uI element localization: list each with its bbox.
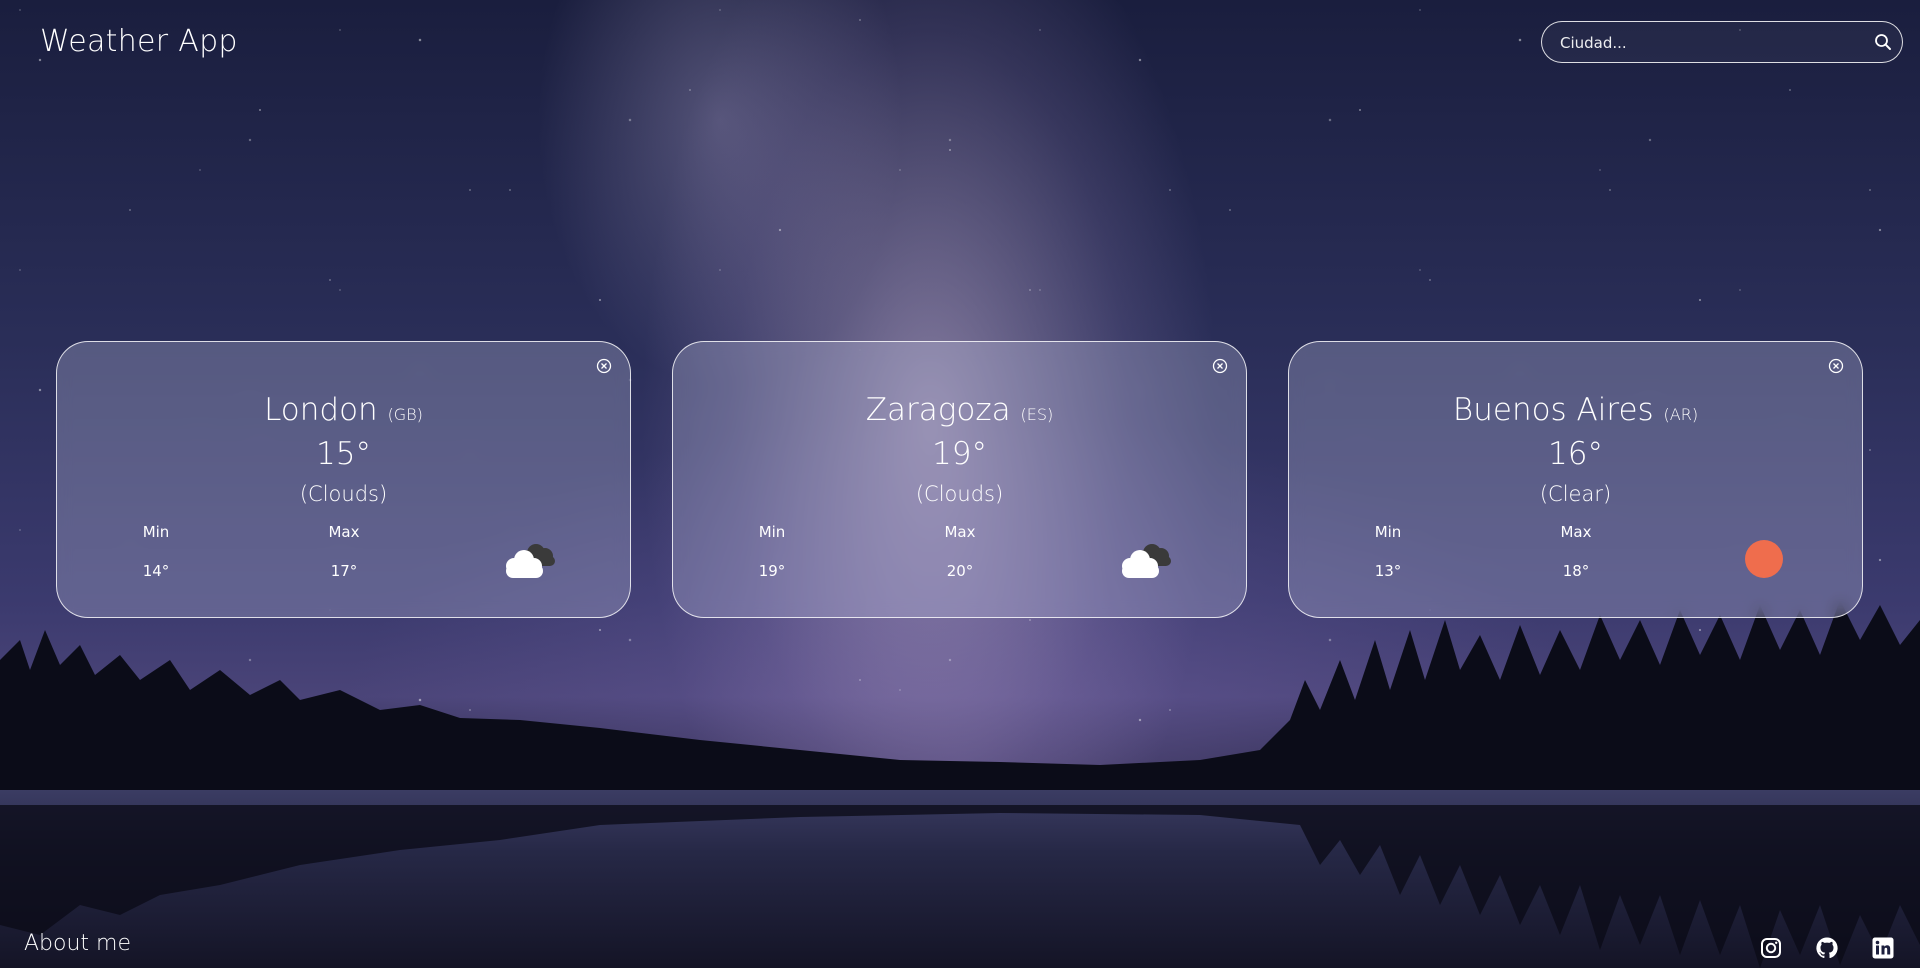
close-icon[interactable]: [1828, 358, 1844, 374]
max-label: Max: [328, 523, 360, 541]
country-code: (GB): [387, 405, 423, 424]
weather-card: London (GB) 15° (Clouds) Min Max 14° 17°: [56, 341, 631, 618]
weather-description: (Clouds): [915, 482, 1004, 506]
cloud-icon: [500, 537, 558, 579]
weather-card: Zaragoza (ES) 19° (Clouds) Min Max 19° 2…: [672, 341, 1247, 618]
max-value: 20°: [946, 562, 974, 580]
instagram-icon[interactable]: [1759, 936, 1783, 960]
country-code: (AR): [1663, 405, 1699, 424]
search-input[interactable]: [1558, 22, 1862, 64]
max-value: 17°: [330, 562, 358, 580]
weather-cards: London (GB) 15° (Clouds) Min Max 14° 17°…: [0, 341, 1920, 620]
min-value: 19°: [758, 562, 786, 580]
min-label: Min: [142, 523, 170, 541]
temperature: 16°: [1548, 436, 1603, 472]
city-heading: Zaragoza (ES): [673, 392, 1246, 428]
treeline: [0, 600, 1920, 810]
close-icon[interactable]: [596, 358, 612, 374]
github-icon[interactable]: [1815, 936, 1839, 960]
city-name: Zaragoza: [865, 392, 1011, 428]
city-heading: Buenos Aires (AR): [1289, 392, 1862, 428]
max-value: 18°: [1562, 562, 1590, 580]
min-value: 14°: [142, 562, 170, 580]
sun-icon: [1744, 539, 1784, 579]
weather-description: (Clouds): [299, 482, 388, 506]
min-label: Min: [758, 523, 786, 541]
app-title: Weather App: [40, 24, 238, 59]
max-label: Max: [1560, 523, 1592, 541]
search-icon[interactable]: [1872, 31, 1894, 53]
min-value: 13°: [1374, 562, 1402, 580]
search-bar[interactable]: [1541, 21, 1903, 64]
country-code: (ES): [1020, 405, 1054, 424]
temperature: 19°: [932, 436, 987, 472]
max-label: Max: [944, 523, 976, 541]
about-me-link[interactable]: About me: [24, 931, 131, 956]
city-name: Buenos Aires: [1452, 392, 1654, 428]
weather-description: (Clear): [1539, 482, 1612, 506]
min-label: Min: [1374, 523, 1402, 541]
close-icon[interactable]: [1212, 358, 1228, 374]
city-heading: London (GB): [57, 392, 630, 428]
weather-card: Buenos Aires (AR) 16° (Clear) Min Max 13…: [1288, 341, 1863, 618]
temperature: 15°: [316, 436, 371, 472]
linkedin-icon[interactable]: [1871, 936, 1895, 960]
treeline-reflection: [0, 805, 1920, 968]
cloud-icon: [1116, 537, 1174, 579]
city-name: London: [264, 392, 378, 428]
